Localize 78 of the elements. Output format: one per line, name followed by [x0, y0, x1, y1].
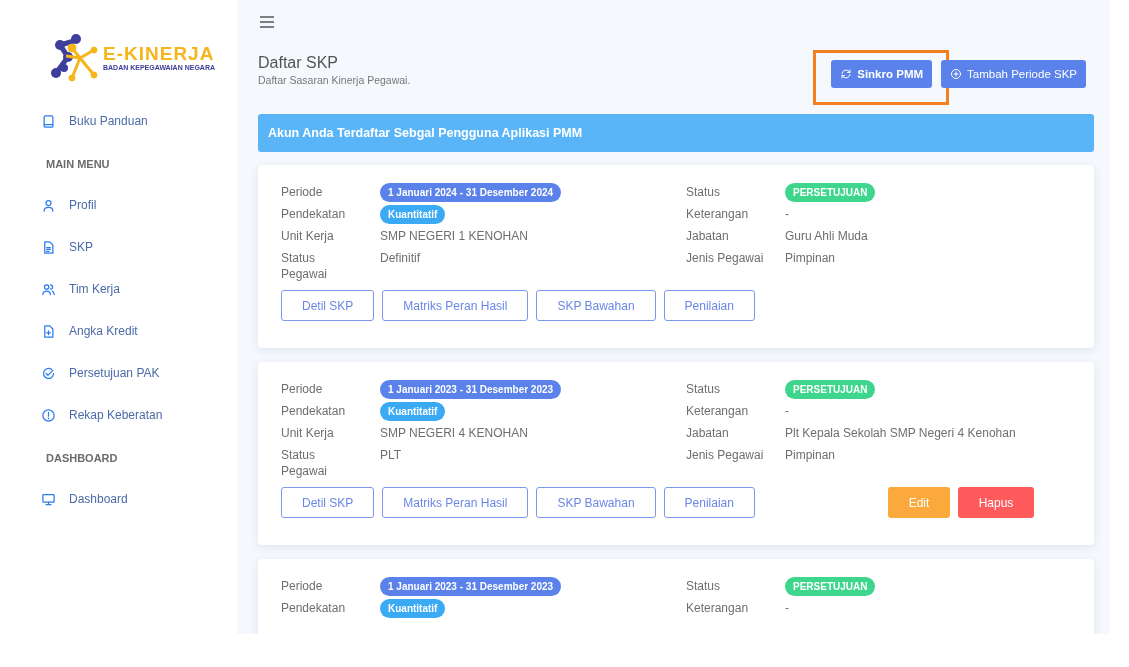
outline-button[interactable]: Detil SKP	[281, 487, 375, 518]
field-value: Pimpinan	[785, 250, 836, 266]
menu-heading: MAIN MENU	[45, 157, 111, 172]
logo-icon	[50, 33, 100, 83]
field-label: Pendekatan	[281, 600, 347, 616]
add-period-button[interactable]: Tambah Periode SKP	[941, 60, 1086, 88]
monitor-icon	[41, 491, 56, 507]
check-circle-icon	[41, 365, 56, 381]
field-value: Definitif	[380, 250, 420, 266]
status-badge: 1 Januari 2024 - 31 Desember 2024	[380, 183, 562, 202]
logo-title: E-KINERJA	[103, 44, 215, 64]
field-label: Pendekatan	[281, 403, 347, 419]
field-label: Jenis Pegawai	[686, 250, 765, 266]
outline-button[interactable]: Penilaian	[663, 290, 755, 321]
document-icon	[41, 239, 56, 255]
field-value: -	[785, 403, 789, 419]
users-icon	[41, 281, 56, 297]
field-value: SMP NEGERI 1 KENOHAN	[380, 228, 528, 244]
field-label: Status	[686, 184, 722, 200]
status-badge: Kuantitatif	[380, 599, 446, 618]
page-title: Daftar SKP	[258, 54, 340, 72]
sidebar-item[interactable]: Angka Kredit	[0, 310, 237, 352]
refresh-icon	[840, 68, 853, 80]
field-value: Pimpinan	[785, 447, 836, 463]
status-badge: 1 Januari 2023 - 31 Desember 2023	[380, 380, 562, 399]
field-value: PLT	[380, 447, 402, 463]
sidebar-item[interactable]: Rekap Keberatan	[0, 394, 237, 436]
delete-button[interactable]: Hapus	[958, 487, 1034, 518]
sidebar-item[interactable]: Tim Kerja	[0, 268, 237, 310]
field-label: Unit Kerja	[281, 425, 335, 441]
sync-button[interactable]: Sinkro PMM	[831, 60, 933, 88]
sidebar-item[interactable]: SKP	[0, 226, 237, 268]
field-label: Status Pegawai	[281, 447, 329, 479]
field-label: Jenis Pegawai	[686, 447, 765, 463]
field-value: Guru Ahli Muda	[785, 228, 868, 244]
field-label: Periode	[281, 578, 324, 594]
field-value: SMP NEGERI 4 KENOHAN	[380, 425, 528, 441]
field-label: Keterangan	[686, 206, 750, 222]
field-value: -	[785, 206, 789, 222]
document-plus-icon	[41, 323, 56, 339]
sidebar-item[interactable]: Dashboard	[0, 478, 237, 520]
field-label: Status	[686, 381, 722, 397]
page-subtitle: Daftar Sasaran Kinerja Pegawai.	[258, 74, 411, 86]
status-badge: PERSETUJUAN	[785, 183, 876, 202]
outline-button[interactable]: Matriks Peran Hasil	[382, 290, 529, 321]
field-value: Plt Kepala Sekolah SMP Negeri 4 Kenohan	[785, 425, 1016, 441]
status-badge: PERSETUJUAN	[785, 577, 876, 596]
status-badge: PERSETUJUAN	[785, 380, 876, 399]
user-icon	[41, 197, 56, 213]
alert-circle-icon	[41, 407, 56, 423]
field-label: Status	[686, 578, 722, 594]
sidebar-item[interactable]: Buku Panduan	[0, 100, 237, 142]
field-label: Periode	[281, 381, 324, 397]
outline-button[interactable]: SKP Bawahan	[536, 290, 656, 321]
field-label: Pendekatan	[281, 206, 347, 222]
menu-heading: DASHBOARD	[45, 451, 119, 466]
outline-button[interactable]: SKP Bawahan	[536, 487, 656, 518]
status-badge: 1 Januari 2023 - 31 Desember 2023	[380, 577, 562, 596]
field-value: -	[785, 600, 789, 616]
field-label: Status Pegawai	[281, 250, 329, 282]
field-label: Jabatan	[686, 425, 730, 441]
status-badge: Kuantitatif	[380, 402, 446, 421]
info-banner: Akun Anda Terdaftar Sebgal Pengguna Aplikasi PMM	[258, 114, 1094, 152]
field-label: Unit Kerja	[281, 228, 335, 244]
field-label: Jabatan	[686, 228, 730, 244]
outline-button[interactable]: Detil SKP	[281, 290, 375, 321]
field-label: Periode	[281, 184, 324, 200]
sidebar-item[interactable]: Profil	[0, 184, 237, 226]
status-badge: Kuantitatif	[380, 205, 446, 224]
sidebar-item[interactable]: Persetujuan PAK	[0, 352, 237, 394]
outline-button[interactable]: Penilaian	[663, 487, 755, 518]
book-icon	[41, 113, 56, 129]
field-label: Keterangan	[686, 403, 750, 419]
plus-circle-icon	[950, 68, 963, 80]
edit-button[interactable]: Edit	[888, 487, 950, 518]
outline-button[interactable]: Matriks Peran Hasil	[382, 487, 529, 518]
menu-icon[interactable]	[259, 15, 275, 29]
field-label: Keterangan	[686, 600, 750, 616]
